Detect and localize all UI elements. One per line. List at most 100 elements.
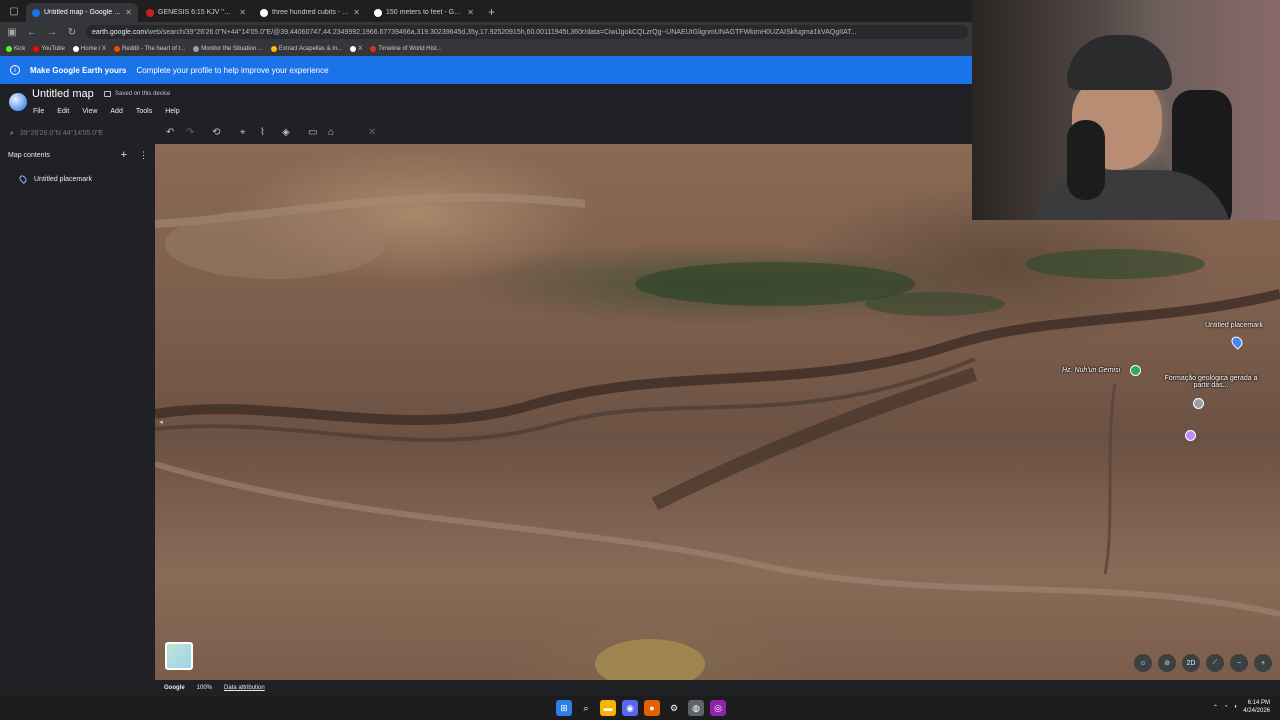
undo-icon[interactable]: ↶ [166, 127, 174, 138]
close-tab-icon[interactable]: ✕ [125, 8, 132, 17]
redo-icon[interactable]: ↷ [186, 127, 194, 138]
placemark-label[interactable]: Untitled placemark [1205, 322, 1263, 329]
search-input[interactable] [19, 130, 140, 137]
satellite-map-view[interactable]: ◂ Untitled placemark Hz. Nuh'un Gemisi F… [155, 144, 1280, 680]
compass-icon[interactable]: ⊘ [1158, 654, 1176, 672]
formation-label[interactable]: Formação geológica gerada a partir das..… [1163, 375, 1259, 389]
noahs-ark-label[interactable]: Hz. Nuh'un Gemisi [1062, 367, 1120, 374]
landmark-icon[interactable] [1130, 365, 1141, 376]
tab-title: GENESIS 6:15 KJV "And this is t [158, 9, 236, 16]
bookmark-x-home[interactable]: Home / X [72, 46, 106, 52]
menu-tools[interactable]: Tools [136, 108, 152, 115]
profile-banner: i Make Google Earth yours Complete your … [0, 56, 972, 84]
layer-thumbnail-icon[interactable] [165, 642, 193, 670]
close-tab-icon[interactable]: ✕ [467, 8, 474, 17]
sidebar-item-placemark[interactable]: Untitled placemark [18, 174, 92, 184]
globe-icon [193, 46, 200, 52]
more-options-icon[interactable]: ⋮ [139, 150, 148, 161]
saved-label: Saved on this device [115, 91, 171, 97]
volume-icon[interactable]: ◖ [1234, 704, 1238, 710]
system-tray: ⌃ ◔ ◖ 6:14 PM 4/24/2026 [1213, 699, 1270, 715]
toolbar: ⌕ ↶ ↷ ⟲ ⌖ ⌇ ◈ ▭ ⌂ ✕ [0, 124, 972, 144]
bookmark-timeline[interactable]: Timeline of World Hist... [370, 46, 442, 52]
url-host: earth.google.com [92, 28, 147, 36]
ruler-icon[interactable]: ▭ [308, 127, 317, 138]
tab-meters-search[interactable]: 150 meters to feet - Google Se ✕ [368, 3, 480, 22]
obs-icon[interactable]: ◎ [710, 700, 726, 716]
search-icon[interactable]: ⌕ [10, 130, 14, 138]
bookmark-label: Extract Acapellas & In... [278, 46, 343, 52]
discord-icon[interactable]: ◉ [622, 700, 638, 716]
tab-cubits-search[interactable]: three hundred cubits - Google ✕ [254, 3, 366, 22]
network-icon[interactable]: ◔ [1224, 704, 1228, 710]
info-icon: i [10, 65, 20, 75]
new-tab-icon[interactable]: + [488, 5, 495, 19]
map-contents-title: Map contents [8, 152, 51, 159]
camera-icon[interactable] [1193, 398, 1204, 409]
data-attribution-link[interactable]: Data attribution [224, 685, 265, 691]
tilt-icon[interactable]: ⟋ [1206, 654, 1224, 672]
draw-path-icon[interactable]: ⌇ [260, 127, 265, 138]
zoom-level: 100% [196, 685, 213, 691]
app-header: Untitled map Saved on this device File E… [0, 84, 972, 124]
timeline-icon [370, 46, 377, 52]
photo-icon[interactable] [1185, 430, 1196, 441]
start-icon[interactable]: ⊞ [556, 700, 572, 716]
bookmark-label: YouTube [41, 46, 65, 52]
settings-icon[interactable]: ⚙ [666, 700, 682, 716]
menu-file[interactable]: File [33, 108, 44, 115]
clock[interactable]: 6:14 PM 4/24/2026 [1243, 699, 1270, 715]
map-contents-header: Map contents + ⋮ [8, 149, 148, 161]
chrome-icon[interactable]: ◍ [688, 700, 704, 716]
layers-icon[interactable]: ◈ [282, 127, 290, 138]
forward-icon[interactable]: → [46, 27, 58, 38]
bookmark-acapellas[interactable]: Extract Acapellas & In... [270, 46, 343, 52]
add-placemark-icon[interactable]: ⌖ [240, 127, 246, 138]
menu-edit[interactable]: Edit [57, 108, 69, 115]
banner-message[interactable]: Complete your profile to help improve yo… [136, 66, 328, 75]
file-explorer-icon[interactable]: ▬ [600, 700, 616, 716]
zoom-in-icon[interactable]: + [1254, 654, 1272, 672]
menu-view[interactable]: View [82, 108, 97, 115]
taskbar-apps: ⊞ ⌕ ▬ ◉ ● ⚙ ◍ ◎ [556, 700, 726, 716]
youtube-icon [33, 46, 40, 52]
back-icon[interactable]: ← [26, 27, 38, 38]
google-favicon-icon [374, 8, 382, 17]
close-tab-icon[interactable]: ✕ [239, 8, 246, 17]
url-field[interactable]: earth.google.com /web/search/39°26'26.0"… [86, 25, 968, 39]
sidebar-toggle-icon[interactable]: ▣ [6, 27, 18, 38]
search-icon[interactable]: ⌕ [578, 700, 594, 716]
tab-google-earth[interactable]: Untitled map - Google Earth ✕ [26, 3, 138, 22]
cap-shape [1067, 35, 1172, 90]
menu-add[interactable]: Add [110, 108, 122, 115]
tab-title: three hundred cubits - Google [272, 9, 349, 16]
x-icon [350, 46, 357, 52]
reload-icon[interactable]: ↻ [66, 27, 78, 38]
windows-taskbar: ⊞ ⌕ ▬ ◉ ● ⚙ ◍ ◎ ⌃ ◔ ◖ 6:14 PM 4/24/2026 [0, 696, 1280, 720]
firefox-icon[interactable]: ● [644, 700, 660, 716]
add-icon[interactable]: + [121, 149, 127, 161]
close-tab-icon[interactable]: ✕ [353, 8, 360, 17]
bookmark-youtube[interactable]: YouTube [33, 46, 65, 52]
chevron-up-icon[interactable]: ⌃ [1213, 704, 1218, 711]
bookmark-x[interactable]: X [350, 46, 362, 52]
tab-title: 150 meters to feet - Google Se [386, 9, 463, 16]
map-contents-panel: Map contents + ⋮ Untitled placemark [0, 144, 155, 680]
map-title[interactable]: Untitled map [32, 88, 94, 100]
menu-help[interactable]: Help [165, 108, 179, 115]
bookmark-monitor[interactable]: Monitor the Situation ... [193, 46, 263, 52]
bookmark-kick[interactable]: Kick [6, 46, 25, 52]
zoom-out-icon[interactable]: − [1230, 654, 1248, 672]
history-icon[interactable]: ⟲ [212, 127, 220, 138]
google-earth-logo-icon[interactable] [9, 93, 27, 111]
pegman-icon[interactable]: ☺ [1134, 654, 1152, 672]
view-mode-button[interactable]: 2D [1182, 654, 1200, 672]
hide-icon[interactable]: ✕ [368, 127, 376, 138]
saved-status: Saved on this device [104, 91, 170, 97]
bookmark-reddit[interactable]: Reddit - The heart of t... [113, 46, 185, 52]
tab-genesis[interactable]: GENESIS 6:15 KJV "And this is t ✕ [140, 3, 252, 22]
tab-menu-icon[interactable]: ▢ [6, 3, 22, 19]
collapse-panel-icon[interactable]: ◂ [155, 412, 167, 432]
earth-favicon-icon [32, 8, 40, 17]
screenshot-icon[interactable]: ⌂ [328, 127, 334, 138]
